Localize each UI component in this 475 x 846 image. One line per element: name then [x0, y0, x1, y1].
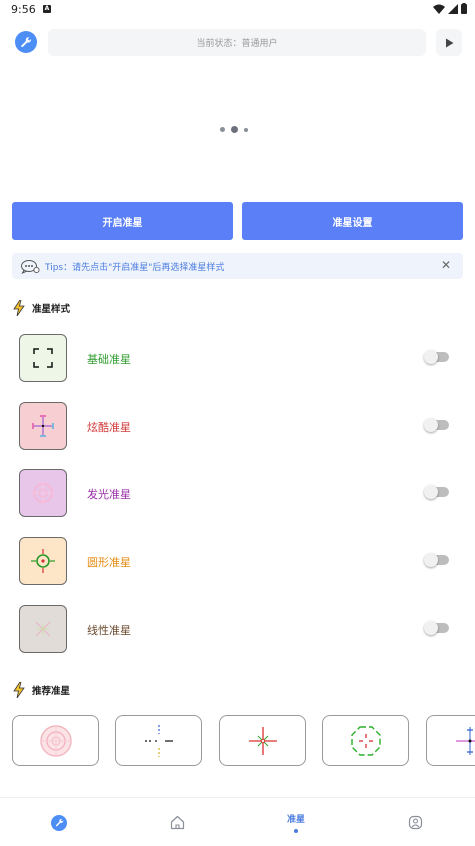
loading-dot: [244, 127, 248, 132]
nav-item-crosshair[interactable]: 准星: [237, 798, 355, 846]
recommend-card[interactable]: [115, 715, 202, 766]
notification-a-icon: A: [43, 5, 51, 13]
active-indicator: [294, 829, 298, 833]
recommend-carousel[interactable]: [12, 715, 475, 766]
user-status-pill: 当前状态：普通用户: [48, 29, 426, 56]
red-cross-crosshair-icon: [248, 726, 277, 755]
basic-crosshair-icon: [19, 334, 67, 382]
glow-crosshair-toggle[interactable]: [424, 485, 451, 499]
style-label: 线性准星: [87, 624, 131, 637]
crosshair-settings-button[interactable]: 准星设置: [242, 202, 463, 240]
nav-item-profile[interactable]: [356, 798, 474, 846]
user-icon: [408, 815, 422, 830]
glow-crosshair-icon: [19, 469, 67, 517]
style-label: 炫酷准星: [87, 421, 131, 434]
target-circle-crosshair-icon: [39, 724, 72, 757]
style-row-line[interactable]: 线性准星: [0, 605, 475, 655]
close-icon[interactable]: ✕: [439, 258, 453, 272]
status-icons: [433, 3, 467, 14]
style-row-circle[interactable]: 圆形准星: [0, 537, 475, 587]
arrow-crosshair-icon: [455, 726, 475, 755]
style-row-glow[interactable]: 发光准星: [0, 469, 475, 519]
tips-bubble-icon: [20, 258, 40, 274]
wifi-icon: [433, 4, 445, 14]
style-label: 基础准星: [87, 353, 131, 366]
recommend-card[interactable]: [219, 715, 306, 766]
play-button[interactable]: [436, 29, 462, 56]
home-icon: [170, 815, 184, 830]
start-crosshair-button[interactable]: 开启准星: [12, 202, 233, 240]
basic-crosshair-toggle[interactable]: [424, 350, 451, 364]
green-octagon-crosshair-icon: [350, 725, 381, 756]
tips-text: Tips：请先点击"开启准星"后再选择准星样式: [45, 262, 225, 273]
line-crosshair-icon: [19, 605, 67, 653]
recommend-card[interactable]: [426, 715, 475, 766]
style-label: 发光准星: [87, 488, 131, 501]
lightning-icon: [13, 300, 25, 316]
recommend-section-header: 推荐准星: [13, 682, 70, 698]
status-time: 9:56: [11, 3, 36, 16]
circle-crosshair-icon: [19, 537, 67, 585]
signal-icon: [448, 3, 458, 14]
cool-crosshair-toggle[interactable]: [424, 418, 451, 432]
recommend-card[interactable]: [322, 715, 409, 766]
nav-label: 准星: [286, 815, 305, 825]
style-label: 圆形准星: [87, 556, 131, 569]
battery-icon: [461, 3, 467, 14]
section-title: 推荐准星: [32, 686, 71, 697]
style-row-basic[interactable]: 基础准星: [0, 334, 475, 384]
play-icon: [445, 38, 453, 47]
top-bar: 当前状态：普通用户: [0, 28, 475, 58]
recommend-card[interactable]: [12, 715, 99, 766]
loading-dot: [220, 127, 225, 132]
section-title: 准星样式: [32, 304, 71, 315]
loading-indicator: [220, 126, 248, 133]
tips-banner: Tips：请先点击"开启准星"后再选择准星样式 ✕: [12, 253, 463, 279]
dashed-crosshair-icon: [144, 724, 173, 757]
nav-item-tools[interactable]: [0, 798, 118, 846]
loading-dot: [231, 126, 238, 133]
wrench-icon[interactable]: [15, 31, 37, 53]
nav-item-home[interactable]: [118, 798, 236, 846]
style-row-cool[interactable]: 炫酷准星: [0, 402, 475, 452]
line-crosshair-toggle[interactable]: [424, 621, 451, 635]
lightning-icon: [13, 682, 25, 698]
circle-crosshair-toggle[interactable]: [424, 553, 451, 567]
wrench-icon: [51, 814, 67, 831]
bottom-nav: 准星: [0, 797, 475, 846]
styles-section-header: 准星样式: [13, 300, 70, 316]
status-bar: 9:56 A: [0, 0, 475, 20]
cool-crosshair-icon: [19, 402, 67, 450]
